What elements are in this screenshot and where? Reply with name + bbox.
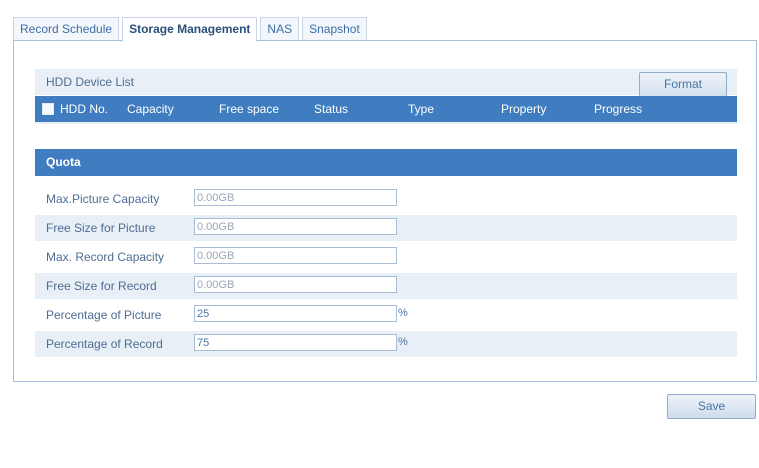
quota-row-free-size-record: Free Size for Record [35,273,737,299]
tab-storage-management[interactable]: Storage Management [122,17,258,42]
column-free-space: Free space [219,102,280,116]
percentage-picture-field[interactable] [194,305,397,322]
tab-nas[interactable]: NAS [260,17,300,41]
quota-row-percentage-picture: Percentage of Picture % [35,302,737,328]
quota-row-max-record-capacity: Max. Record Capacity [35,244,737,270]
format-button[interactable]: Format [639,72,727,97]
max-record-capacity-label: Max. Record Capacity [46,250,165,264]
tab-bar: Record Schedule Storage Management NAS S… [13,17,370,42]
free-size-picture-label: Free Size for Picture [46,221,156,235]
max-picture-capacity-label: Max.Picture Capacity [46,192,160,206]
column-type: Type [408,102,435,116]
select-all-checkbox[interactable] [42,103,54,115]
column-progress: Progress [594,102,643,116]
percentage-record-label: Percentage of Record [46,337,163,351]
hdd-table-header: HDD No. Capacity Free space Status Type … [35,96,737,122]
column-capacity: Capacity [127,102,174,116]
free-size-record-field[interactable] [194,276,397,293]
tab-snapshot[interactable]: Snapshot [302,17,367,41]
storage-management-panel: HDD Device List Format HDD No. Capacity … [13,40,757,382]
quota-section-header: Quota [35,149,737,176]
max-record-capacity-field[interactable] [194,247,397,264]
hdd-device-list-title: HDD Device List [46,75,135,89]
hdd-device-list-header: HDD Device List Format [35,69,737,97]
tab-record-schedule[interactable]: Record Schedule [13,17,120,41]
percentage-picture-label: Percentage of Picture [46,308,162,322]
quota-row-max-picture-capacity: Max.Picture Capacity [35,186,737,212]
max-picture-capacity-field[interactable] [194,189,397,206]
quota-row-percentage-record: Percentage of Record % [35,331,737,357]
save-button[interactable]: Save [667,394,756,419]
quota-row-free-size-picture: Free Size for Picture [35,215,737,241]
free-size-picture-field[interactable] [194,218,397,235]
percentage-record-unit: % [398,336,408,348]
percentage-record-field[interactable] [194,334,397,351]
column-status: Status [314,102,349,116]
hdd-table-body [35,122,737,124]
percentage-picture-unit: % [398,307,408,319]
free-size-record-label: Free Size for Record [46,279,157,293]
column-hdd-no: HDD No. [60,102,109,116]
column-property: Property [501,102,547,116]
